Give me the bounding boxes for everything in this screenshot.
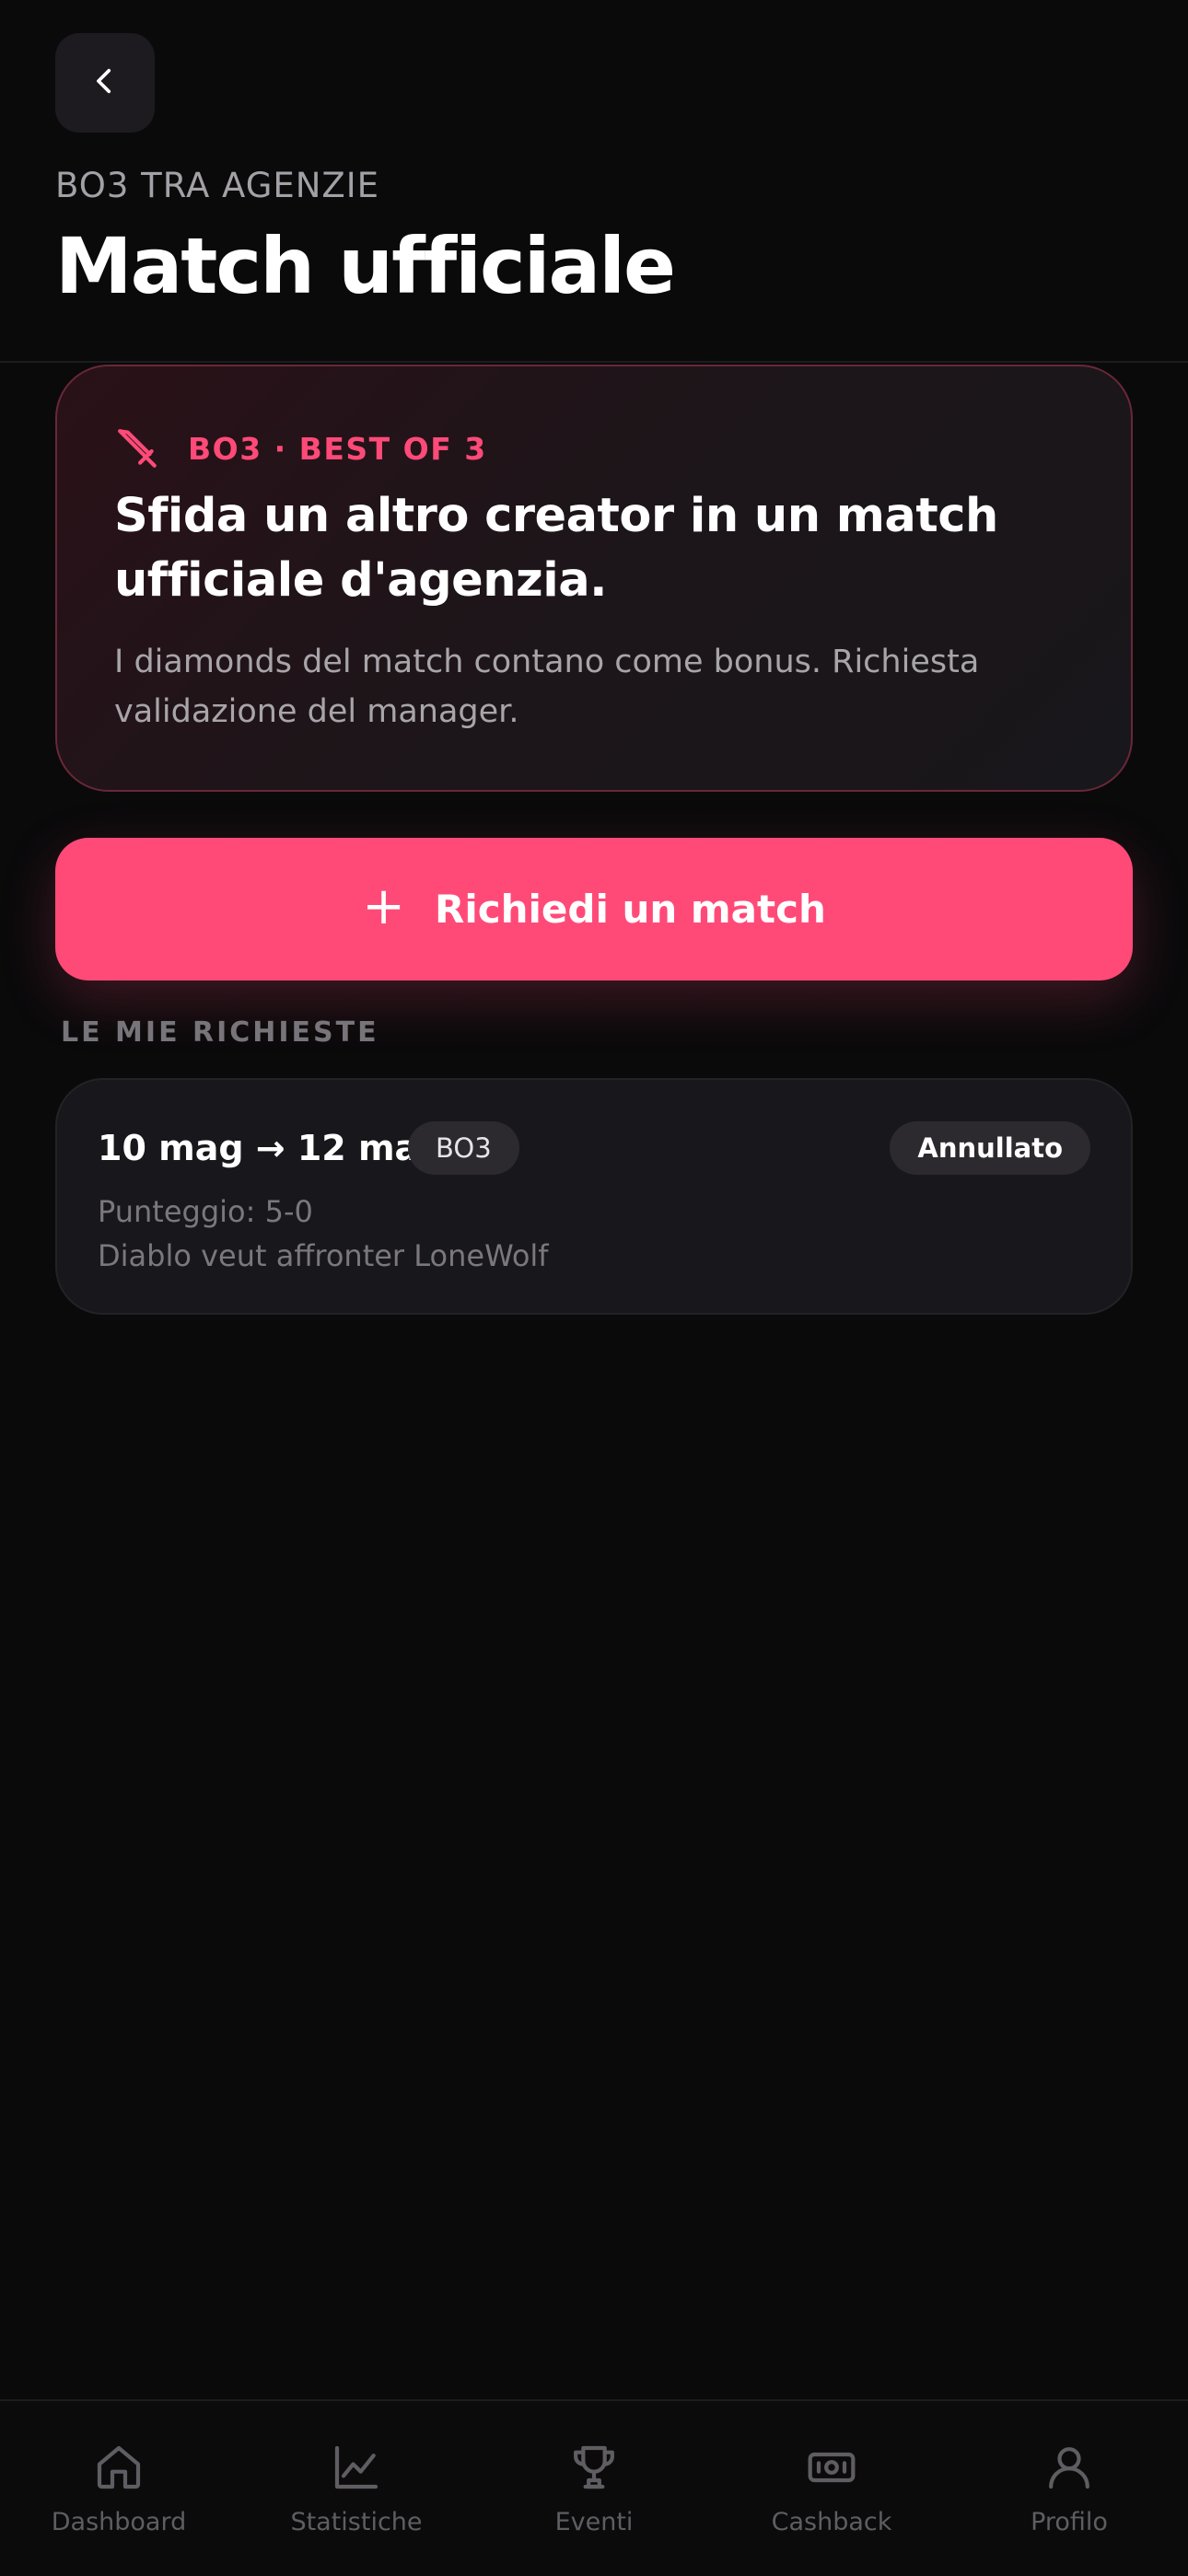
request-note: Diablo veut affronter LoneWolf: [98, 1238, 549, 1273]
hero-description: I diamonds del match contano come bonus.…: [114, 644, 980, 730]
section-label-requests: LE MIE RICHIESTE: [61, 1016, 379, 1049]
nav-item-dashboard[interactable]: Dashboard: [0, 2442, 238, 2536]
sword-icon: [114, 425, 160, 471]
request-card[interactable]: 10 mag → 12 mag BO3 Annullato Punteggio:…: [55, 1078, 1133, 1315]
nav-item-profilo[interactable]: Profilo: [950, 2442, 1188, 2536]
request-dates: 10 mag → 12 mag: [98, 1128, 444, 1168]
request-score: Punteggio: 5-0: [98, 1194, 313, 1229]
nav-label-eventi: Eventi: [554, 2508, 634, 2536]
back-button[interactable]: [55, 33, 155, 133]
hero-heading: Sfida un altro creator in un match uffic…: [114, 489, 998, 608]
page-title: Match ufficiale: [55, 221, 676, 311]
hero-tag: BO3 · BEST OF 3: [188, 430, 487, 467]
nav-item-cashback[interactable]: Cashback: [713, 2442, 950, 2536]
hero-tag-row: BO3 · BEST OF 3: [114, 425, 487, 471]
nav-label-cashback: Cashback: [771, 2508, 892, 2536]
status-badge: Annullato: [890, 1121, 1090, 1175]
header-divider: [0, 361, 1188, 363]
nav-label-dashboard: Dashboard: [51, 2508, 187, 2536]
home-icon: [0, 2442, 238, 2493]
chevron-left-icon: [89, 65, 121, 100]
nav-label-statistiche: Statistiche: [290, 2508, 423, 2536]
plus-icon: +: [362, 876, 405, 936]
request-type-badge: BO3: [408, 1121, 519, 1175]
request-match-button[interactable]: + Richiedi un match: [55, 838, 1133, 981]
bottom-nav: Dashboard Statistiche Eventi Cashback Pr…: [0, 2399, 1188, 2576]
request-match-label: Richiedi un match: [435, 887, 826, 932]
user-icon: [950, 2442, 1188, 2493]
hero-card: BO3 · BEST OF 3 Sfida un altro creator i…: [55, 365, 1133, 792]
nav-label-profilo: Profilo: [1031, 2508, 1108, 2536]
cash-icon: [713, 2442, 950, 2493]
nav-item-eventi[interactable]: Eventi: [475, 2442, 713, 2536]
trophy-icon: [475, 2442, 713, 2493]
nav-item-statistiche[interactable]: Statistiche: [238, 2442, 475, 2536]
chart-icon: [238, 2442, 475, 2493]
page-eyebrow: BO3 TRA AGENZIE: [55, 166, 380, 205]
